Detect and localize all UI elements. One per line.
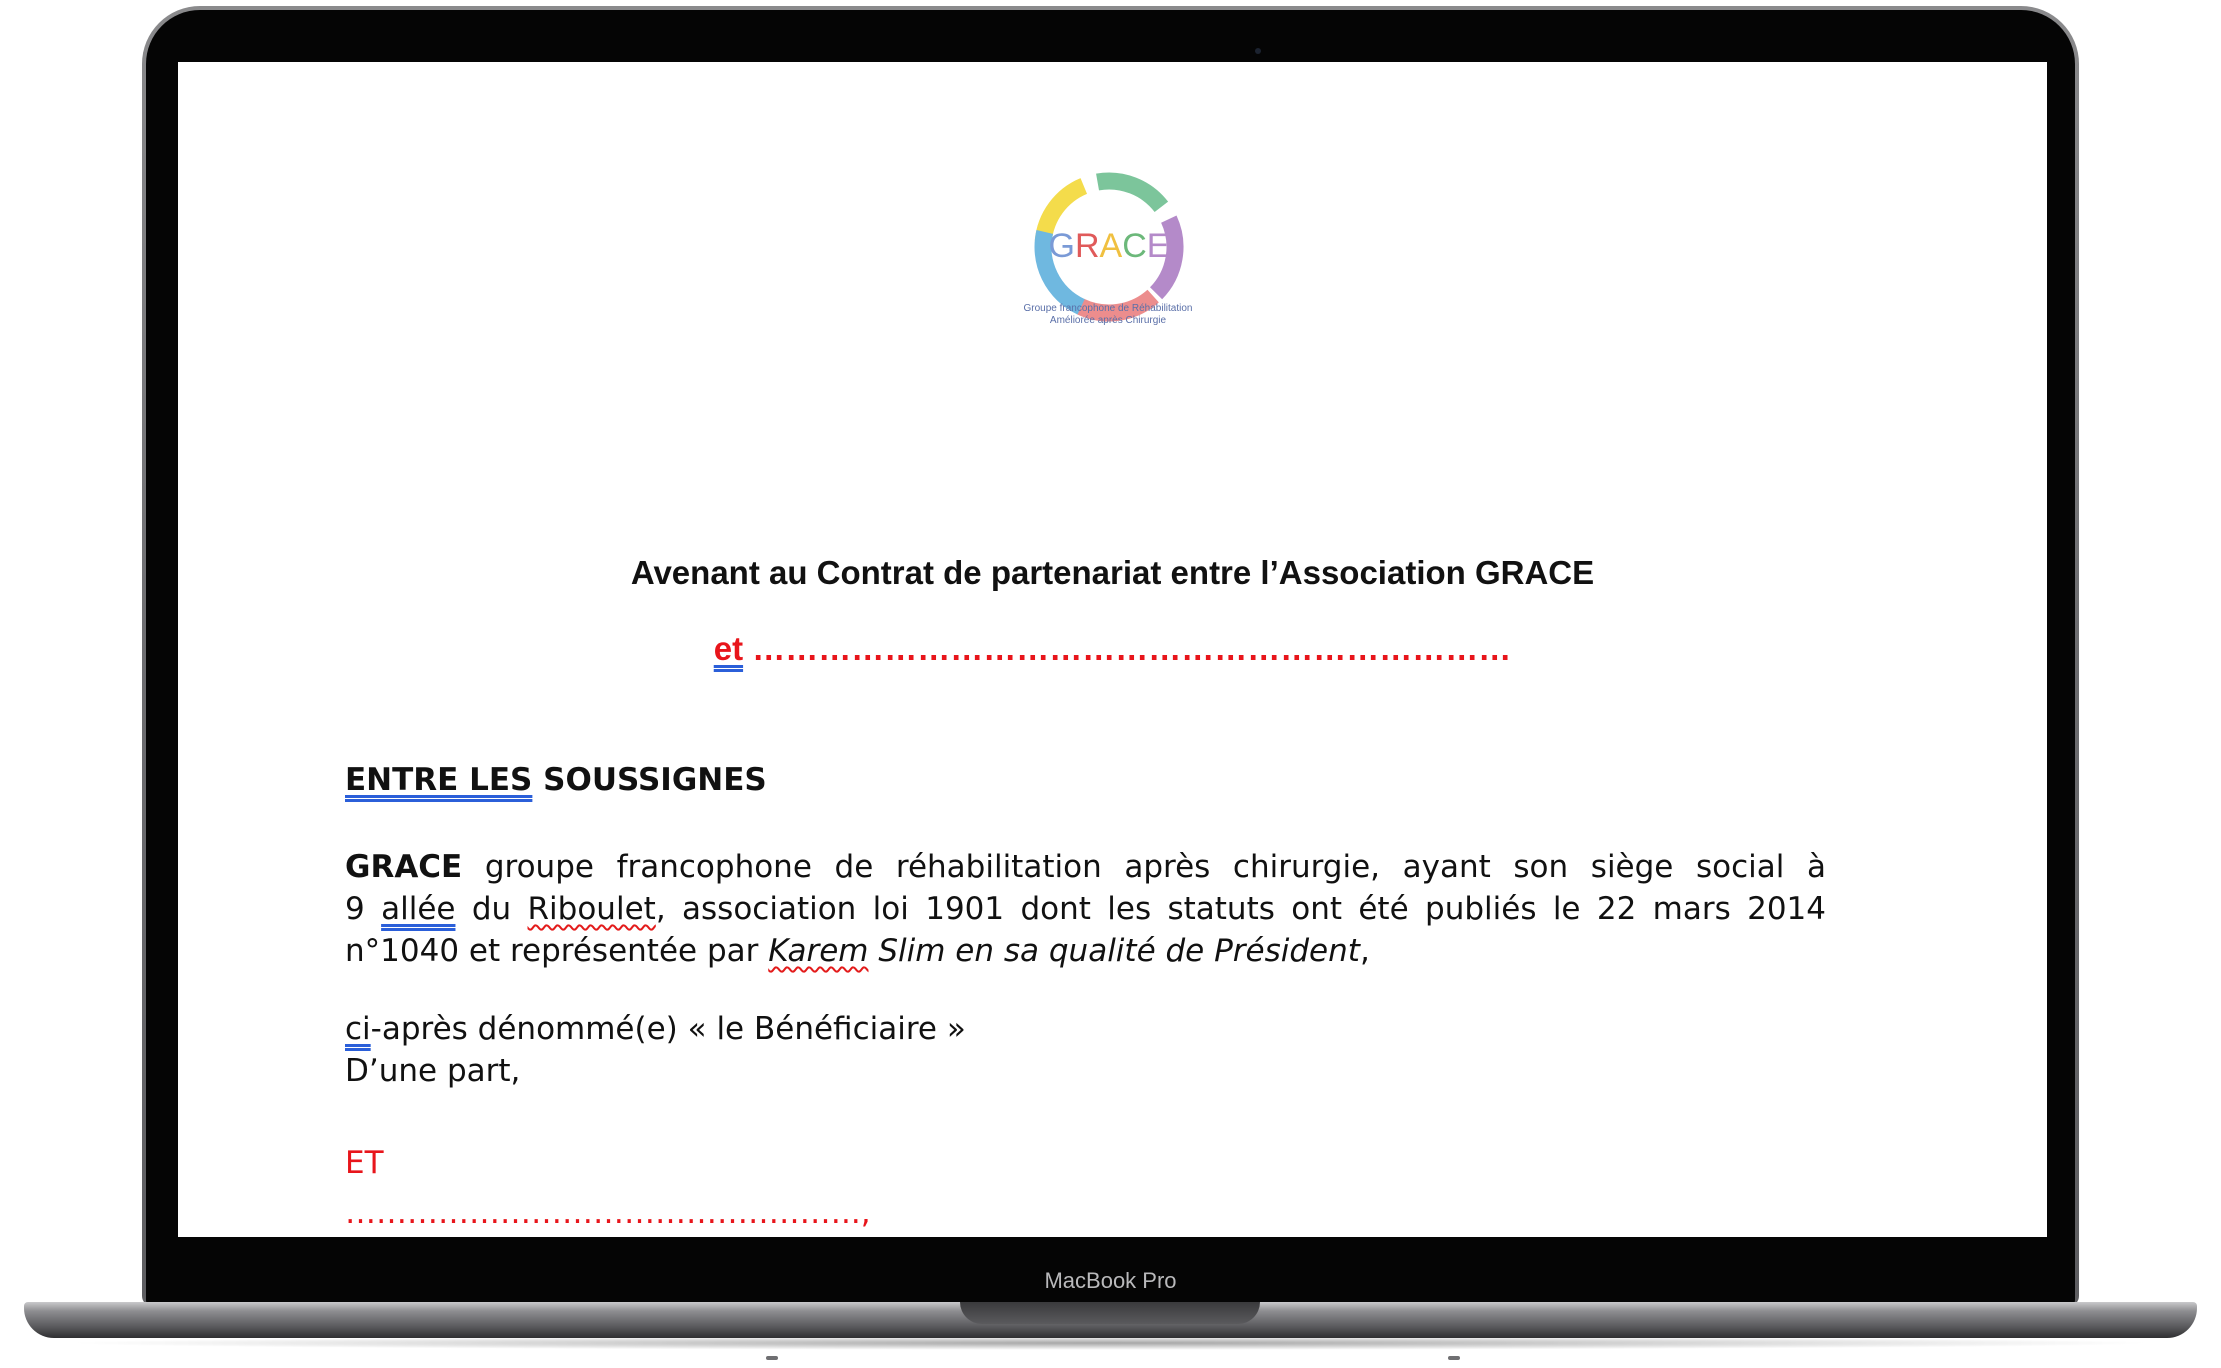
word-ci: ci bbox=[345, 1011, 371, 1047]
line1-text: groupe francophone de réhabilitation apr… bbox=[462, 849, 1826, 885]
laptop-shadow bbox=[60, 1336, 2160, 1350]
device-label: MacBook Pro bbox=[1044, 1268, 1177, 1293]
laptop-base-notch bbox=[960, 1302, 1260, 1324]
section-heading-part2: SOUSSIGNES bbox=[532, 762, 767, 798]
document-title: Avenant au Contrat de partenariat entre … bbox=[630, 554, 1595, 591]
grace-bold: GRACE bbox=[345, 849, 463, 885]
et-label: ET bbox=[345, 1145, 384, 1181]
section-heading: ENTRE LES SOUSSIGNES bbox=[345, 762, 767, 798]
svg-text:GRACE: GRACE bbox=[1049, 227, 1170, 265]
beneficiary-line-2: D’une part, bbox=[345, 1053, 521, 1089]
camera-icon bbox=[1255, 48, 1261, 54]
logo-caption-line2: Améliorée après Chirurgie bbox=[1049, 315, 1167, 326]
line3-end: , bbox=[1359, 933, 1370, 969]
line2-a: 9 bbox=[345, 891, 382, 927]
placeholder-dots: ………………………………………….., bbox=[345, 1195, 871, 1231]
word-allee: allée bbox=[381, 891, 456, 927]
line2-b: du bbox=[455, 891, 528, 927]
document-screen: GRACE Groupe francophone de Réhabilitati… bbox=[178, 62, 2047, 1237]
laptop-foot-right bbox=[1448, 1356, 1460, 1360]
beneficiary-paragraph: ci-après dénommé(e) « le Bénéficiaire » … bbox=[345, 1008, 1826, 1092]
subtitle-dots: …………………………………………………………… bbox=[743, 630, 1512, 667]
macbook-mockup: GRACE Groupe francophone de Réhabilitati… bbox=[0, 0, 2221, 1368]
logo-caption-line1: Groupe francophone de Réhabilitation bbox=[1023, 303, 1193, 314]
paragraph-line-3: n°1040 et représentée par Karem Slim en … bbox=[345, 930, 1826, 972]
line2-c: , association loi 1901 dont les statuts … bbox=[655, 891, 1827, 927]
subtitle-et: et bbox=[713, 630, 744, 667]
word-riboulet: Riboulet bbox=[527, 891, 656, 927]
beneficiary-line-1: ci-après dénommé(e) « le Bénéficiaire » bbox=[345, 1008, 1826, 1050]
paragraph-line-1: GRACE groupe francophone de réhabilitati… bbox=[345, 846, 1826, 888]
laptop-foot-left bbox=[766, 1356, 778, 1360]
word-karem: Karem bbox=[768, 933, 869, 969]
line3-a: n°1040 et représentée par bbox=[345, 933, 769, 969]
paragraph-line-2: 9 allée du Riboulet, association loi 190… bbox=[345, 888, 1826, 930]
line3-italic: Slim en sa qualité de Président bbox=[868, 933, 1360, 969]
document-subtitle: et …………………………………………………………… bbox=[178, 630, 2047, 668]
beneficiary-text: -après dénommé(e) « le Bénéficiaire » bbox=[370, 1011, 966, 1047]
logo-caption: Groupe francophone de Réhabilitation Amé… bbox=[948, 303, 1268, 327]
section-heading-part1: ENTRE LES bbox=[345, 762, 533, 798]
party-grace-paragraph: GRACE groupe francophone de réhabilitati… bbox=[345, 846, 1826, 972]
